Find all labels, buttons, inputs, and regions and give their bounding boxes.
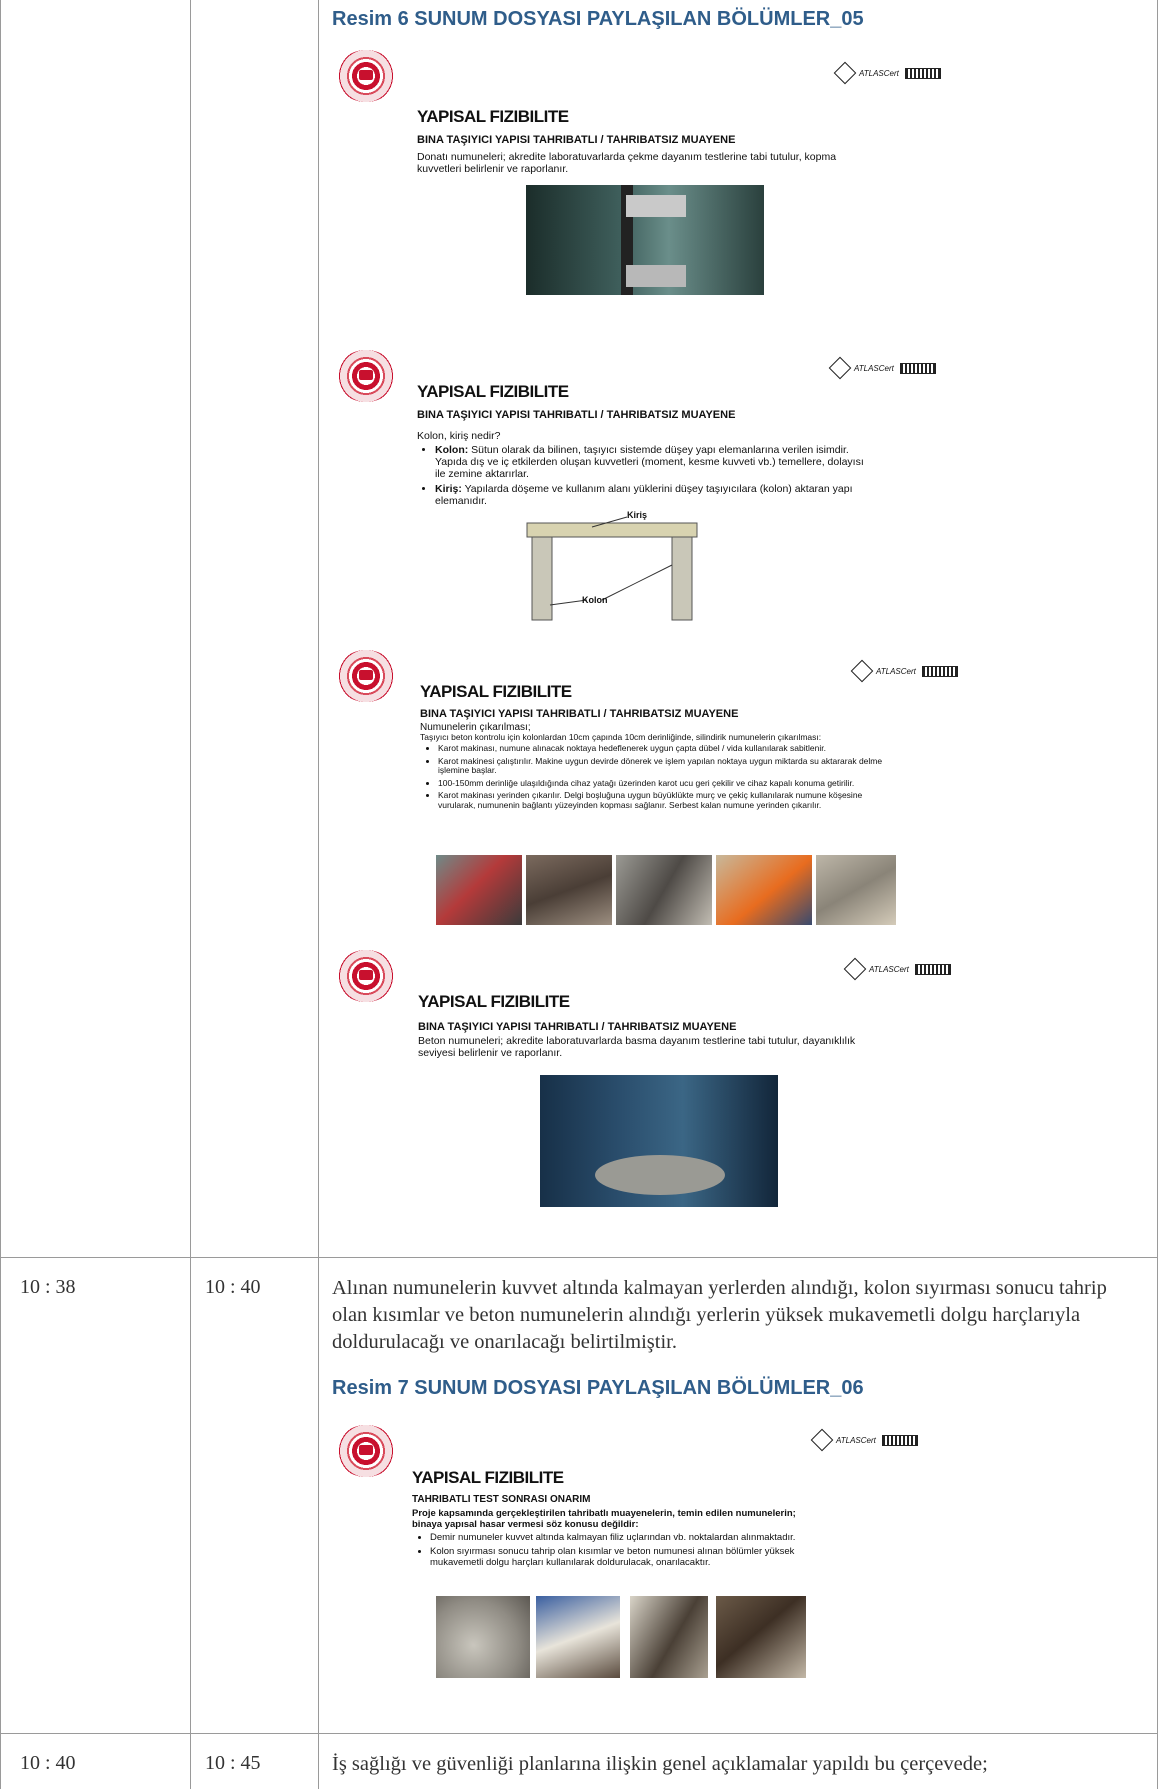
logo-text: ATLASCert [876,666,916,676]
atlascert-logo: ATLASCert [833,61,941,85]
list-item: Kiriş: Yapılarda döşeme ve kullanım alan… [435,483,877,507]
slide-core-sampling: ATLASCert YAPISAL FIZIBILITE BINA TAŞIYI… [332,645,972,935]
ministry-seal-icon [336,50,396,102]
core-drill-photo-4 [716,855,812,925]
list-item: Demir numuneler kuvvet altında kalmayan … [430,1532,812,1543]
barcode-logo-icon [904,67,941,79]
list-item: Karot makinası yerinden çıkarılır. Delgi… [438,790,890,810]
agenda-paragraph: Alınan numunelerin kuvvet altında kalmay… [332,1277,1107,1353]
ministry-seal-icon [336,1425,396,1477]
column-divider [318,0,319,1789]
table-border-left [0,0,1,1789]
ministry-seal-icon [336,350,396,402]
list-item: Karot makinesi çalıştırılır. Makine uygu… [438,756,890,776]
core-drill-photo-2 [526,855,612,925]
repair-photo-2 [536,1596,620,1678]
slide-text: Proje kapsamında gerçekleştirilen tahrib… [412,1508,812,1571]
diamond-logo-icon [850,659,874,683]
ministry-seal-icon [336,650,396,702]
list-item: Kolon: Sütun olarak da bilinen, taşıyıcı… [435,444,877,480]
atlascert-logo: ATLASCert [843,957,951,981]
compression-test-photo [540,1075,778,1207]
agenda-paragraph: İş sağlığı ve güvenliği planlarına ilişk… [332,1753,988,1775]
start-time: 10 : 40 [20,1752,76,1774]
repair-photo-3 [630,1596,708,1678]
slide-title: YAPISAL FIZIBILITE [418,992,570,1011]
atlascert-logo: ATLASCert [828,356,936,380]
diagram-label-beam: Kiriş [627,510,648,520]
slide-bold-text: Proje kapsamında gerçekleştirilen tahrib… [412,1508,796,1530]
logo-text: ATLASCert [869,964,909,974]
table-border-right [1157,0,1158,1789]
slide-text: Donatı numuneleri; akredite laboratuvarl… [417,151,837,175]
slide-tensile-test: ATLASCert YAPISAL FIZIBILITE BINA TAŞIYI… [332,45,972,305]
slide-text: Numunelerin çıkarılması; Taşıyıcı beton … [420,723,890,813]
slide-title: YAPISAL FIZIBILITE [417,107,569,126]
ministry-seal-icon [336,950,396,1002]
slide-text: Beton numuneleri; akredite laboratuvarla… [418,1035,856,1059]
slide-title: YAPISAL FIZIBILITE [417,382,569,401]
barcode-logo-icon [899,362,936,374]
slide-repair: ATLASCert YAPISAL FIZIBILITE TAHRIBATLI … [332,1420,932,1685]
repair-photo-1 [436,1596,530,1678]
diamond-logo-icon [833,61,857,85]
atlascert-logo: ATLASCert [810,1428,918,1452]
diamond-logo-icon [828,356,852,380]
logo-text: ATLASCert [854,363,894,373]
slide-title: YAPISAL FIZIBILITE [412,1468,564,1487]
column-divider [190,0,191,1789]
slide-column-beam: ATLASCert YAPISAL FIZIBILITE BINA TAŞIYI… [332,345,972,625]
repair-photo-4 [716,1596,806,1678]
atlascert-logo: ATLASCert [850,659,958,683]
slide-title: YAPISAL FIZIBILITE [420,682,572,701]
slide-compression-test: ATLASCert YAPISAL FIZIBILITE BINA TAŞIYI… [332,945,972,1215]
core-drill-photo-3 [616,855,712,925]
slide-subtitle: BINA TAŞIYICI YAPISI TAHRIBATLI / TAHRIB… [417,134,736,146]
slide-subtitle: TAHRIBATLI TEST SONRASI ONARIM [412,1494,591,1505]
barcode-logo-icon [881,1434,918,1446]
slide-subtitle: BINA TAŞIYICI YAPISI TAHRIBATLI / TAHRIB… [417,409,736,421]
tensile-test-photo [526,185,764,295]
slide-intro: Kolon, kiriş nedir? [417,430,501,442]
list-item: Kolon sıyırması sonucu tahrip olan kısım… [430,1546,812,1568]
figure-caption: Resim 6 SUNUM DOSYASI PAYLAŞILAN BÖLÜMLE… [332,8,864,30]
column-beam-diagram [526,516,698,621]
barcode-logo-icon [921,665,958,677]
slide-subtitle: BINA TAŞIYICI YAPISI TAHRIBATLI / TAHRIB… [420,708,739,720]
start-time: 10 : 38 [20,1276,76,1298]
row-divider [0,1257,1158,1258]
core-drill-photo-1 [436,855,522,925]
list-item: Karot makinası, numune alınacak noktaya … [438,743,890,754]
core-drill-photo-5 [816,855,896,925]
logo-text: ATLASCert [859,68,899,78]
slide-lead: Taşıyıcı beton kontrolu için kolonlardan… [420,731,822,742]
list-item: 100-150mm derinliğe ulaşıldığında cihaz … [438,778,890,789]
barcode-logo-icon [914,963,951,975]
end-time: 10 : 45 [205,1752,261,1774]
diamond-logo-icon [843,957,867,981]
row-divider [0,1733,1158,1734]
diagram-label-column: Kolon [582,595,608,605]
end-time: 10 : 40 [205,1276,261,1298]
slide-subtitle: BINA TAŞIYICI YAPISI TAHRIBATLI / TAHRIB… [418,1021,737,1033]
figure-caption: Resim 7 SUNUM DOSYASI PAYLAŞILAN BÖLÜMLE… [332,1377,864,1399]
diamond-logo-icon [810,1428,834,1452]
slide-text: Kolon, kiriş nedir? Kolon: Sütun olarak … [417,430,877,510]
logo-text: ATLASCert [836,1435,876,1445]
